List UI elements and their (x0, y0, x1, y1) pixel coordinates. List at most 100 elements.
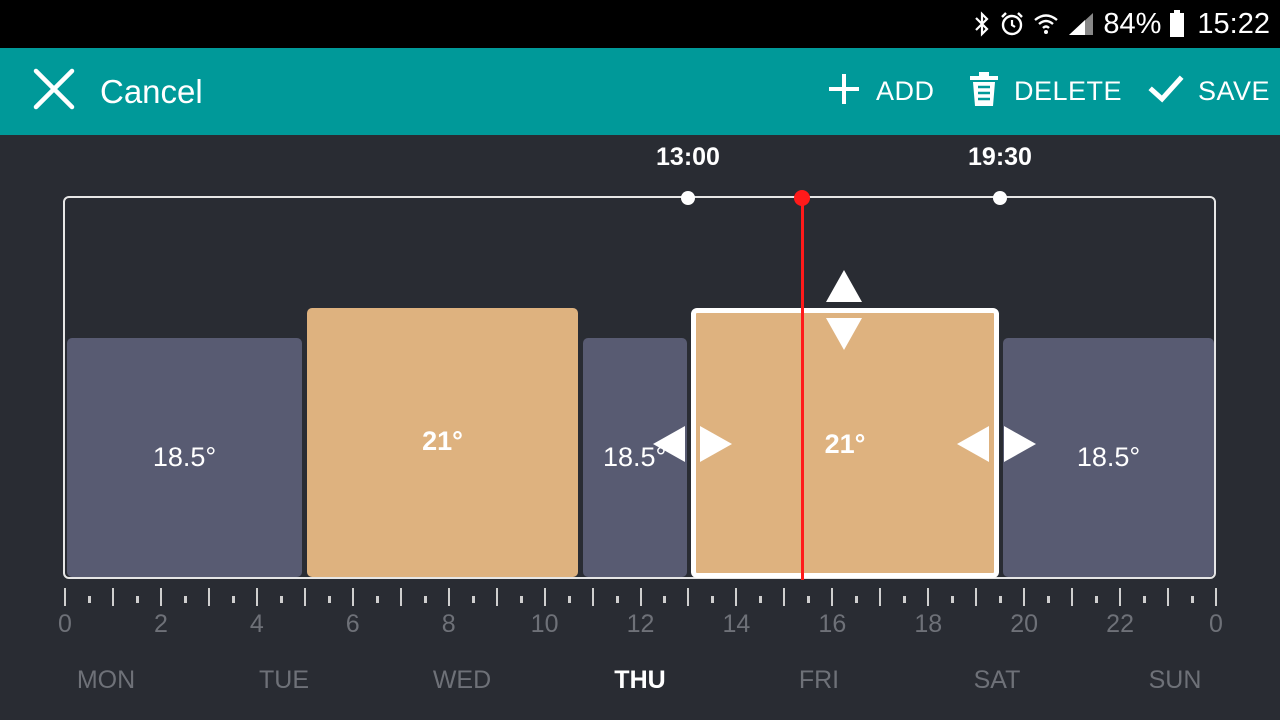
delete-button[interactable]: DELETE (968, 48, 1122, 135)
axis-tick (951, 596, 955, 603)
move-end-right-arrow[interactable] (1004, 426, 1036, 467)
axis-tick-label: 8 (441, 610, 456, 638)
block-temperature: 21° (824, 429, 866, 459)
axis-tick (879, 588, 882, 606)
axis-tick (615, 596, 619, 603)
axis-tick-label: 16 (818, 610, 847, 638)
axis-tick (855, 596, 859, 603)
start-handle[interactable] (681, 191, 695, 205)
axis-tick (255, 588, 258, 606)
axis-tick (927, 588, 930, 606)
axis-tick (687, 588, 690, 606)
axis-tick (1023, 588, 1026, 606)
selection-end-time: 19:30 (968, 143, 1032, 171)
block-temperature: 18.5° (152, 442, 217, 472)
schedule-block-1[interactable]: 18.5° (67, 338, 302, 577)
decrease-temperature-arrow[interactable] (826, 318, 862, 355)
axis-tick-label: 14 (722, 610, 751, 638)
add-label: ADD (876, 76, 935, 106)
axis-tick (1095, 596, 1099, 603)
bluetooth-icon (973, 11, 991, 37)
axis-tick (999, 596, 1003, 603)
increase-temperature-arrow[interactable] (826, 270, 862, 307)
axis-tick (543, 588, 546, 606)
alarm-icon (999, 11, 1025, 37)
day-tab-sat[interactable]: SAT (974, 666, 1021, 695)
close-icon (30, 65, 78, 118)
battery-icon (1169, 10, 1185, 38)
axis-tick-label: 12 (626, 610, 655, 638)
move-start-right-arrow[interactable] (700, 426, 732, 467)
axis-tick (399, 588, 402, 606)
wifi-icon (1033, 11, 1059, 37)
status-clock: 15:22 (1197, 7, 1270, 40)
axis-tick (639, 588, 642, 606)
axis-tick (303, 588, 306, 606)
axis-tick (1215, 588, 1217, 606)
day-tab-thu[interactable]: THU (614, 666, 665, 695)
axis-tick (207, 588, 210, 606)
axis-tick (279, 596, 283, 603)
day-tab-sun[interactable]: SUN (1149, 666, 1202, 695)
axis-tick (471, 596, 475, 603)
move-end-left-arrow[interactable] (957, 426, 989, 467)
save-button[interactable]: SAVE (1148, 48, 1270, 135)
block-temperature: 18.5° (1076, 442, 1141, 472)
trash-icon (968, 71, 1000, 112)
delete-label: DELETE (1014, 76, 1123, 106)
axis-tick (591, 588, 594, 606)
axis-tick (759, 596, 763, 603)
cancel-button[interactable]: Cancel (30, 48, 203, 135)
axis-tick (567, 596, 571, 603)
save-label: SAVE (1198, 76, 1271, 106)
axis-tick-label: 2 (153, 610, 168, 638)
axis-tick (135, 596, 139, 603)
axis-tick (447, 588, 450, 606)
axis-tick (735, 588, 738, 606)
axis-tick (711, 596, 715, 603)
day-tab-mon[interactable]: MON (77, 666, 135, 695)
axis-tick-label: 20 (1010, 610, 1039, 638)
axis-tick (903, 596, 907, 603)
day-tab-wed[interactable]: WED (433, 666, 491, 695)
add-button[interactable]: ADD (826, 48, 935, 135)
axis-tick (1119, 588, 1122, 606)
end-handle[interactable] (993, 191, 1007, 205)
axis-tick (495, 588, 498, 606)
battery-percent: 84% (1103, 7, 1162, 40)
day-tab-tue[interactable]: TUE (259, 666, 309, 695)
axis-tick (519, 596, 523, 603)
axis-tick (375, 596, 379, 603)
axis-tick (64, 588, 66, 606)
axis-tick-label: 0 (58, 610, 72, 638)
axis-tick (975, 588, 978, 606)
axis-tick (1191, 596, 1195, 603)
time-axis-ticks (0, 588, 1280, 608)
signal-icon (1067, 11, 1095, 37)
move-start-left-arrow[interactable] (653, 426, 685, 467)
schedule-block-2[interactable]: 21° (307, 308, 578, 577)
axis-tick (183, 596, 187, 603)
axis-tick (1143, 596, 1147, 603)
axis-tick (1167, 588, 1170, 606)
axis-tick (1047, 596, 1051, 603)
app-bar: Cancel ADD DELETE SAVE (0, 48, 1280, 135)
axis-tick (351, 588, 354, 606)
axis-tick (159, 588, 162, 606)
check-icon (1148, 71, 1184, 112)
axis-tick-label: 18 (914, 610, 943, 638)
current-time-line (801, 198, 804, 580)
block-temperature: 21° (422, 426, 463, 456)
axis-tick-label: 4 (249, 610, 264, 638)
plus-icon (826, 71, 862, 112)
axis-tick-label: 10 (530, 610, 559, 638)
axis-tick (327, 596, 331, 603)
axis-tick-label: 6 (345, 610, 360, 638)
cancel-label: Cancel (100, 72, 203, 110)
day-tab-fri[interactable]: FRI (799, 666, 839, 695)
axis-tick (231, 596, 235, 603)
current-time-dot (794, 190, 810, 206)
axis-tick (423, 596, 427, 603)
axis-tick-label: 0 (1209, 610, 1223, 638)
status-icons: 84% 15:22 (973, 0, 1270, 48)
